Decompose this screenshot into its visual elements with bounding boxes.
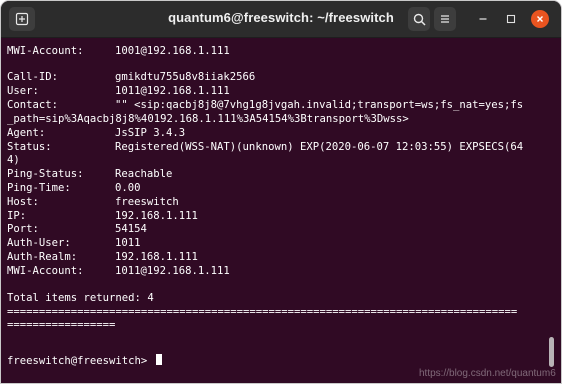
minimize-icon [479,18,487,20]
scrollbar-thumb[interactable] [549,337,554,367]
field-label: Host: [7,196,39,208]
output-line-host: Host: freeswitch [7,196,179,209]
command-prompt[interactable]: freeswitch@freeswitch> [7,354,162,368]
output-line-contact: Contact: "" <sip:qacbj8j8@7vhg1g8jvgah.in… [7,99,524,112]
terminal-output[interactable]: MWI-Account: 1001@192.168.1.111 Call-ID: g… [1,38,561,383]
field-label: Ping-Status: [7,168,84,180]
field-label: Agent: [7,127,46,139]
field-value: 0.00 [115,182,141,194]
field-label: Auth-Realm: [7,251,78,263]
field-value: Reachable [115,168,173,180]
output-line-mwi-account: MWI-Account: 1011@192.168.1.111 [7,265,230,278]
maximize-button[interactable] [502,10,520,28]
field-value: 1011@192.168.1.111 [115,265,230,277]
field-value: 1001@192.168.1.111 [115,45,230,57]
field-value: 192.168.1.111 [115,251,198,263]
field-label: IP: [7,210,27,222]
close-button[interactable] [531,10,549,28]
output-line-status-wrap: 4) [7,154,20,166]
field-label: Auth-User: [7,237,71,249]
output-line-status: Status: Registered(WSS-NAT)(unknown) EXP(… [7,141,524,154]
output-line-ping-time: Ping-Time: 0.00 [7,182,141,195]
field-value: 1011@192.168.1.111 [115,85,230,97]
field-value: 1011 [115,237,141,249]
minimize-button[interactable] [474,10,492,28]
field-value: Registered(WSS-NAT)(unknown) EXP(2020-06… [115,141,524,153]
field-label: MWI-Account: [7,45,84,57]
field-label: Call-ID: [7,71,59,83]
menu-button[interactable] [434,7,456,31]
field-value: 54154 [115,223,147,235]
field-value: 192.168.1.111 [115,210,198,222]
field-label: Ping-Time: [7,182,71,194]
maximize-icon [506,14,516,24]
watermark: https://blog.csdn.net/quantum6 [419,368,556,379]
field-label: Contact: [7,99,59,111]
separator-line: ========================================… [7,306,518,318]
output-line-auth-realm: Auth-Realm: 192.168.1.111 [7,251,198,264]
field-value: "" <sip:qacbj8j8@7vhg1g8jvgah.invalid;tr… [115,99,524,111]
output-line-agent: Agent: JsSIP 3.4.3 [7,127,186,140]
output-line-auth-user: Auth-User: 1011 [7,237,141,250]
field-value: gmikdtu755u8v8iiak2566 [115,71,256,83]
field-value: freeswitch [115,196,179,208]
output-line-total: Total items returned: 4 [7,292,154,304]
search-button[interactable] [408,7,430,31]
hamburger-icon [441,15,449,23]
field-value: JsSIP 3.4.3 [115,127,186,139]
output-line-mwi-account-previous: MWI-Account: 1001@192.168.1.111 [7,45,230,58]
output-line-user: User: 1011@192.168.1.111 [7,85,230,98]
field-label: Status: [7,141,52,153]
separator-line-wrap: ================= [7,319,116,331]
search-icon [413,13,426,26]
output-line-port: Port: 54154 [7,223,147,236]
output-line-ping-status: Ping-Status: Reachable [7,168,173,181]
text-cursor [155,354,162,365]
field-label: Port: [7,223,39,235]
output-line-contact-wrap: _path=sip%3Aqacbj8j8%40192.168.1.111%3A5… [7,113,409,125]
output-line-ip: IP: 192.168.1.111 [7,210,198,223]
prompt-text: freeswitch@freeswitch> [7,355,154,367]
field-label: MWI-Account: [7,265,84,277]
close-icon [537,16,543,22]
output-line-call-id: Call-ID: gmikdtu755u8v8iiak2566 [7,71,256,84]
title-bar: quantum6@freeswitch: ~/freeswitch [1,1,561,38]
terminal-window: quantum6@freeswitch: ~/freeswitch MWI-Ac… [1,1,561,383]
field-label: User: [7,85,39,97]
